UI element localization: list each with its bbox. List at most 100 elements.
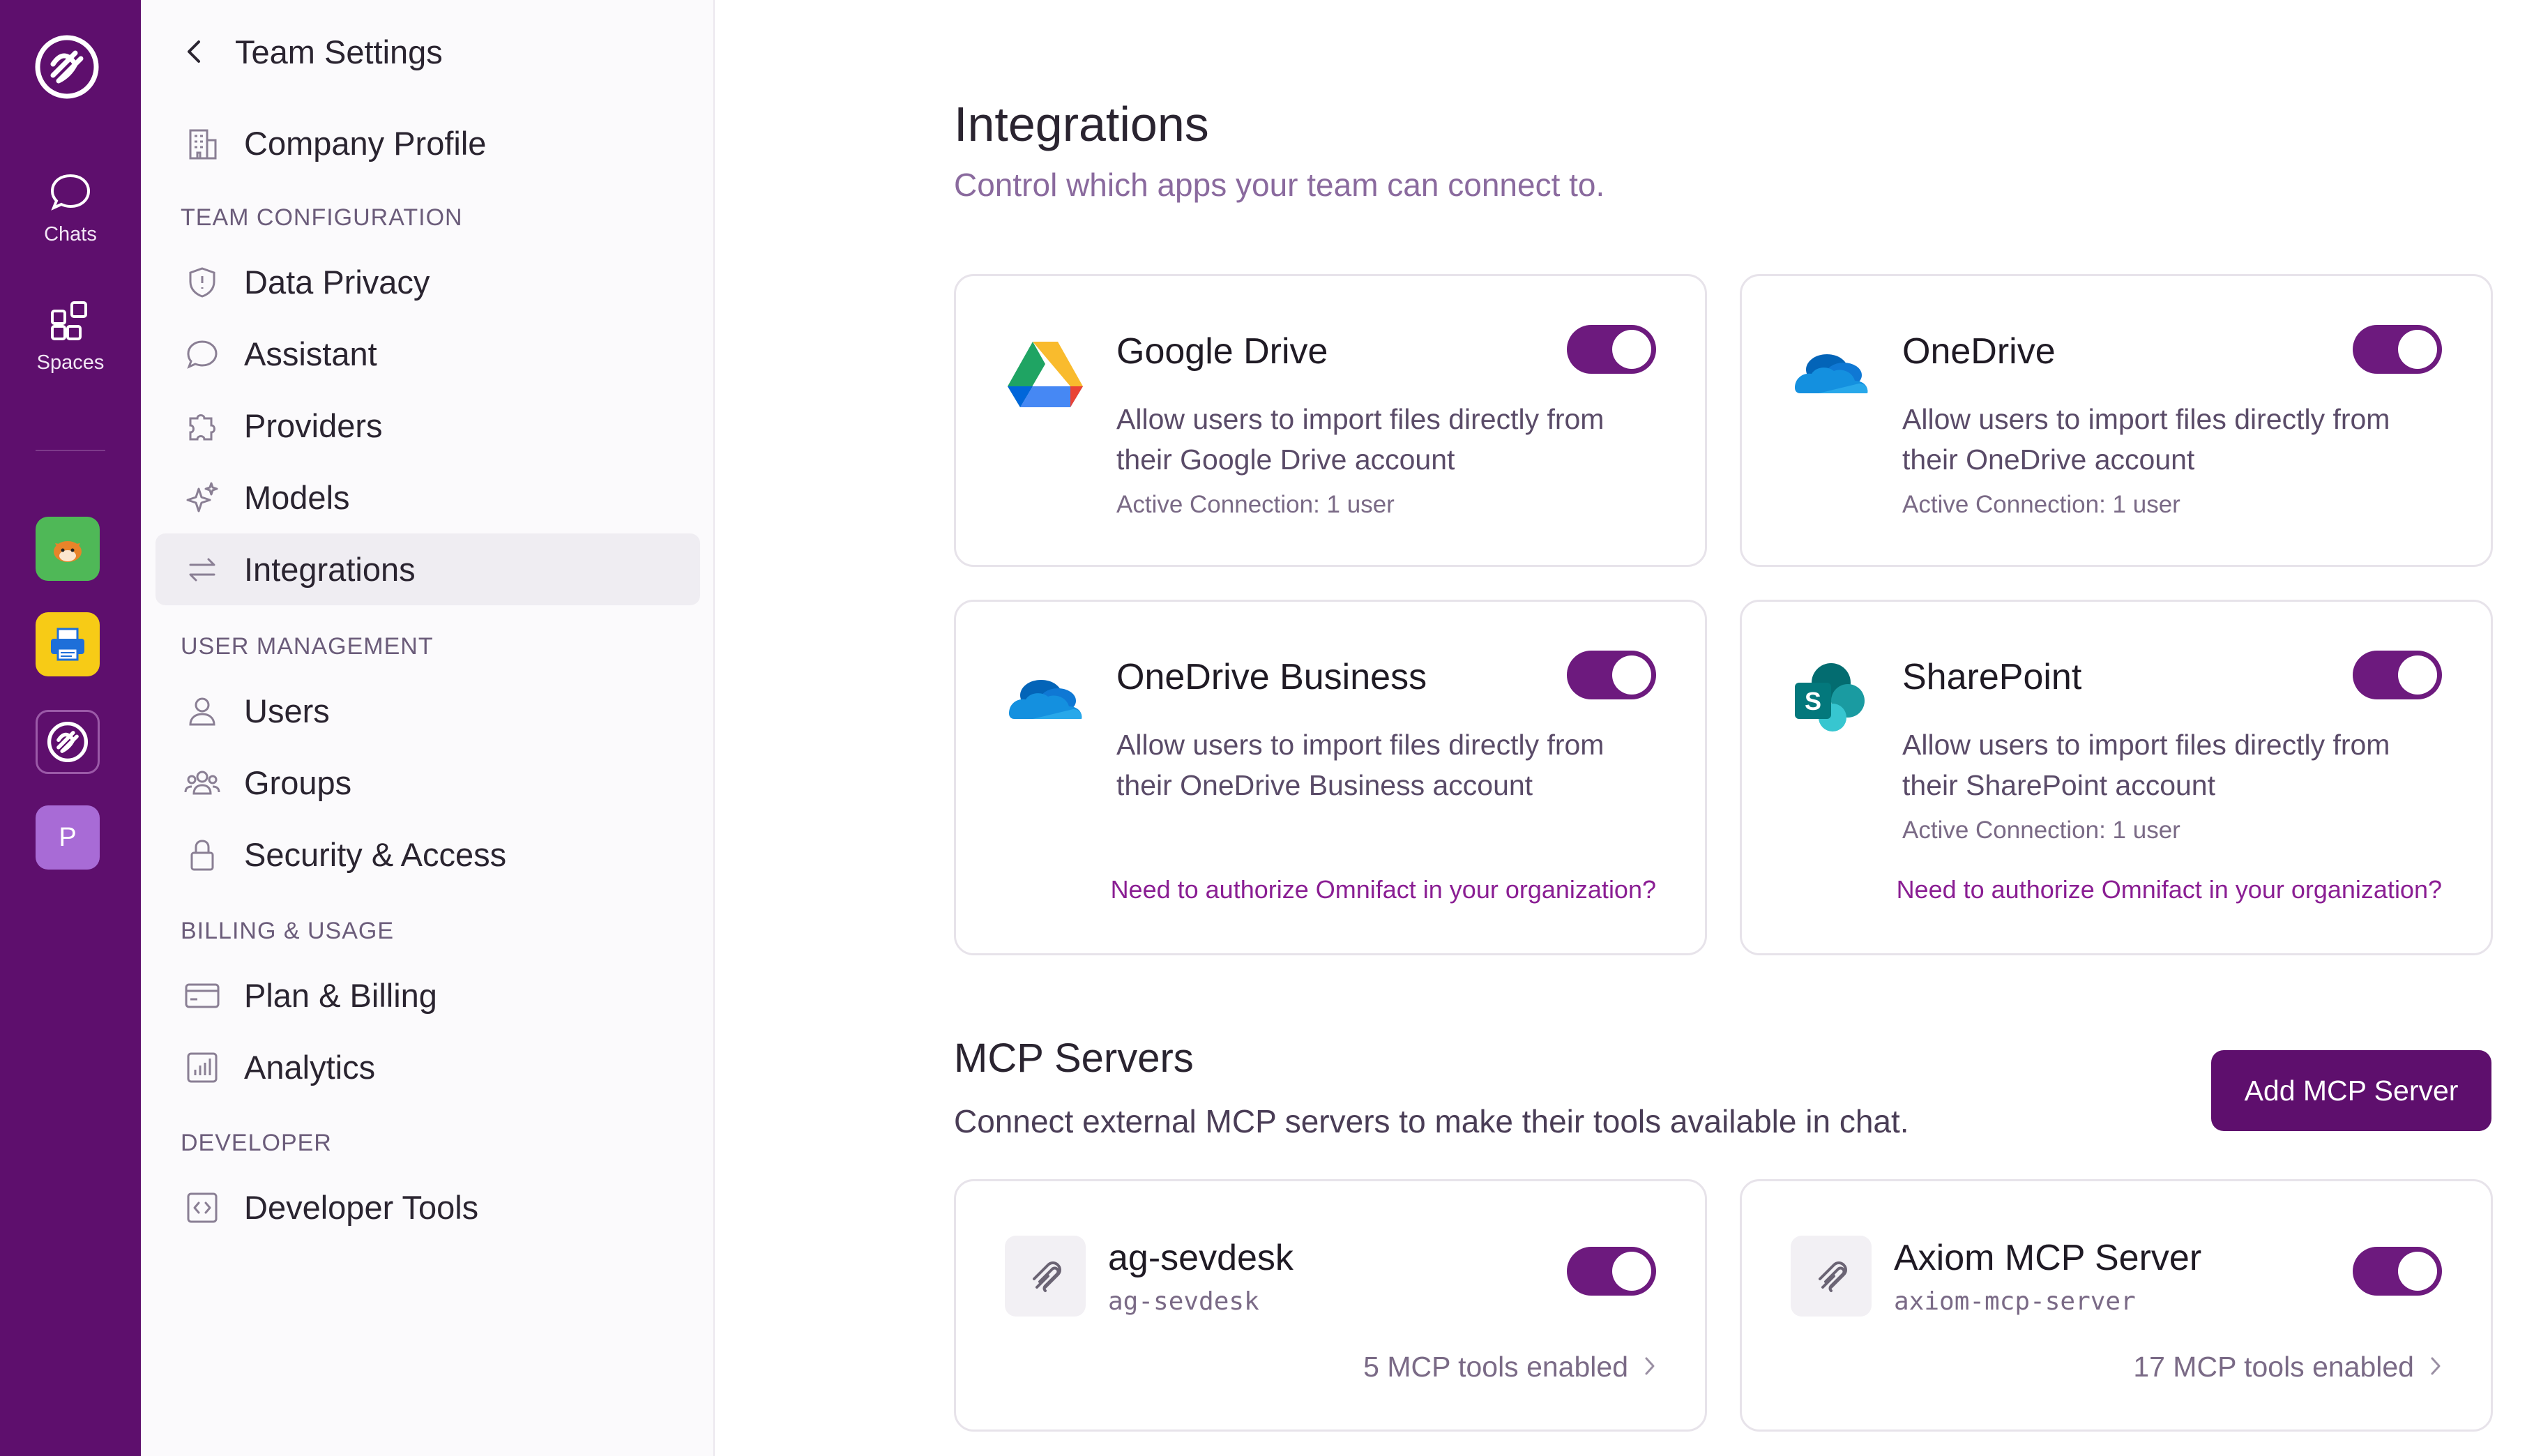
sidebar-item-label: Users [244,692,330,729]
credit-card-icon [181,974,224,1017]
sidebar-item-label: Providers [244,407,383,444]
toggle-knob [1612,1252,1651,1291]
omnifact-logo-icon[interactable] [32,32,102,102]
sidebar-item-label: Company Profile [244,125,487,162]
toggle-knob [2398,1252,2437,1291]
rail-chats-label: Chats [44,223,97,245]
authorize-organization-link[interactable]: Need to authorize Omnifact in your organ… [1897,875,2442,904]
integration-card-sharepoint: S SharePoint Allow users to import files… [1740,600,2493,955]
sidebar-item-groups[interactable]: Groups [155,747,700,819]
letter-avatar[interactable]: P [36,805,100,870]
rail-spaces-button[interactable]: Spaces [0,298,141,374]
sidebar-item-label: Security & Access [244,836,507,873]
rail-divider [36,450,105,451]
integration-description: Allow users to import files directly fro… [1902,403,2390,476]
toggle-knob [2398,655,2437,695]
puzzle-icon [181,404,224,448]
sidebar-item-models[interactable]: Models [155,462,700,533]
sidebar-item-company-profile[interactable]: Company Profile [155,107,700,179]
mcp-tools-count: 5 MCP tools enabled [1363,1351,1628,1383]
mcp-tools-enabled-link[interactable]: 5 MCP tools enabled [1363,1351,1656,1383]
chevron-left-icon [186,29,214,74]
mcp-server-slug: axiom-mcp-server [1894,1287,2136,1316]
mcp-tools-count: 17 MCP tools enabled [2133,1351,2414,1383]
settings-sidebar: Team Settings Company Profile TEAM CONFI… [141,0,715,1456]
lock-icon [181,833,224,877]
integration-name: Google Drive [1116,331,1328,372]
main-content: Integrations Control which apps your tea… [715,0,2534,1456]
google-drive-toggle[interactable] [1567,325,1656,374]
shield-icon [181,261,224,304]
rail-spaces-label: Spaces [36,351,105,374]
onedrive-business-toggle[interactable] [1567,651,1656,699]
chart-icon [181,1046,224,1089]
mcp-server-icon [1005,1236,1086,1317]
ag-sevdesk-toggle[interactable] [1567,1247,1656,1296]
integration-name: OneDrive [1902,331,2056,372]
active-connection-count: Active Connection: 1 user [1902,491,2180,518]
integration-description: Allow users to import files directly fro… [1902,729,2390,801]
sidebar-title: Team Settings [235,33,443,70]
sidebar-item-label: Plan & Billing [244,977,437,1014]
svg-text:S: S [1805,687,1821,715]
sidebar-item-label: Models [244,479,350,516]
omnifact-app-icon[interactable] [36,710,100,774]
sidebar-item-security-access[interactable]: Security & Access [155,819,700,890]
chat-bubble-icon [181,333,224,376]
integration-name: OneDrive Business [1116,657,1427,697]
sidebar-item-users[interactable]: Users [155,675,700,747]
integration-description: Allow users to import files directly fro… [1116,403,1604,476]
sidebar-item-providers[interactable]: Providers [155,390,700,462]
sidebar-item-label: Groups [244,764,352,801]
chevron-right-icon [2429,1351,2442,1383]
sidebar-item-label: Assistant [244,335,377,372]
printer-app-icon[interactable] [36,612,100,676]
sidebar-item-label: Developer Tools [244,1189,479,1226]
axiom-mcp-toggle[interactable] [2353,1247,2442,1296]
page-title: Integrations [954,97,1209,151]
onedrive-icon [1791,332,1872,413]
integration-card-onedrive: OneDrive Allow users to import files dir… [1740,274,2493,567]
section-user-management: USER MANAGEMENT [181,633,434,660]
mcp-section-subtitle: Connect external MCP servers to make the… [954,1103,1909,1139]
sharepoint-toggle[interactable] [2353,651,2442,699]
sidebar-item-integrations[interactable]: Integrations [155,533,700,605]
authorize-organization-link[interactable]: Need to authorize Omnifact in your organ… [1111,875,1656,904]
sparkles-icon [181,476,224,520]
building-icon [181,122,224,165]
active-connection-count: Active Connection: 1 user [1902,817,2180,844]
integration-card-google-drive: Google Drive Allow users to import files… [954,274,1707,567]
sidebar-item-developer-tools[interactable]: Developer Tools [155,1171,700,1243]
mcp-tools-enabled-link[interactable]: 17 MCP tools enabled [2133,1351,2442,1383]
fox-app-icon[interactable] [36,517,100,581]
integration-name: SharePoint [1902,657,2082,697]
sidebar-item-label: Data Privacy [244,264,430,301]
mcp-server-slug: ag-sevdesk [1108,1287,1259,1316]
mcp-server-name: ag-sevdesk [1108,1238,1293,1278]
app-rail: Chats Spaces P [0,0,141,1456]
sidebar-item-analytics[interactable]: Analytics [155,1031,700,1103]
page-subtitle: Control which apps your team can connect… [954,167,1605,203]
onedrive-business-icon [1005,658,1086,738]
section-team-configuration: TEAM CONFIGURATION [181,204,463,231]
add-mcp-server-button[interactable]: Add MCP Server [2211,1050,2491,1131]
rail-chats-button[interactable]: Chats [0,170,141,246]
code-icon [181,1186,224,1229]
mcp-server-icon [1791,1236,1872,1317]
sidebar-item-plan-billing[interactable]: Plan & Billing [155,960,700,1031]
sidebar-item-label: Integrations [244,551,416,588]
onedrive-toggle[interactable] [2353,325,2442,374]
back-to-team-settings[interactable]: Team Settings [186,29,443,74]
sidebar-item-label: Analytics [244,1049,376,1086]
integration-description: Allow users to import files directly fro… [1116,729,1604,801]
mcp-section-title: MCP Servers [954,1036,1194,1081]
chat-bubble-icon [50,174,91,211]
sidebar-item-assistant[interactable]: Assistant [155,318,700,390]
mcp-server-card-ag-sevdesk[interactable]: ag-sevdesk ag-sevdesk 5 MCP tools enable… [954,1179,1707,1432]
google-drive-icon [1005,332,1086,413]
users-group-icon [181,761,224,805]
mcp-server-card-axiom[interactable]: Axiom MCP Server axiom-mcp-server 17 MCP… [1740,1179,2493,1432]
mcp-server-name: Axiom MCP Server [1894,1238,2202,1278]
sidebar-item-data-privacy[interactable]: Data Privacy [155,246,700,318]
toggle-knob [1612,655,1651,695]
